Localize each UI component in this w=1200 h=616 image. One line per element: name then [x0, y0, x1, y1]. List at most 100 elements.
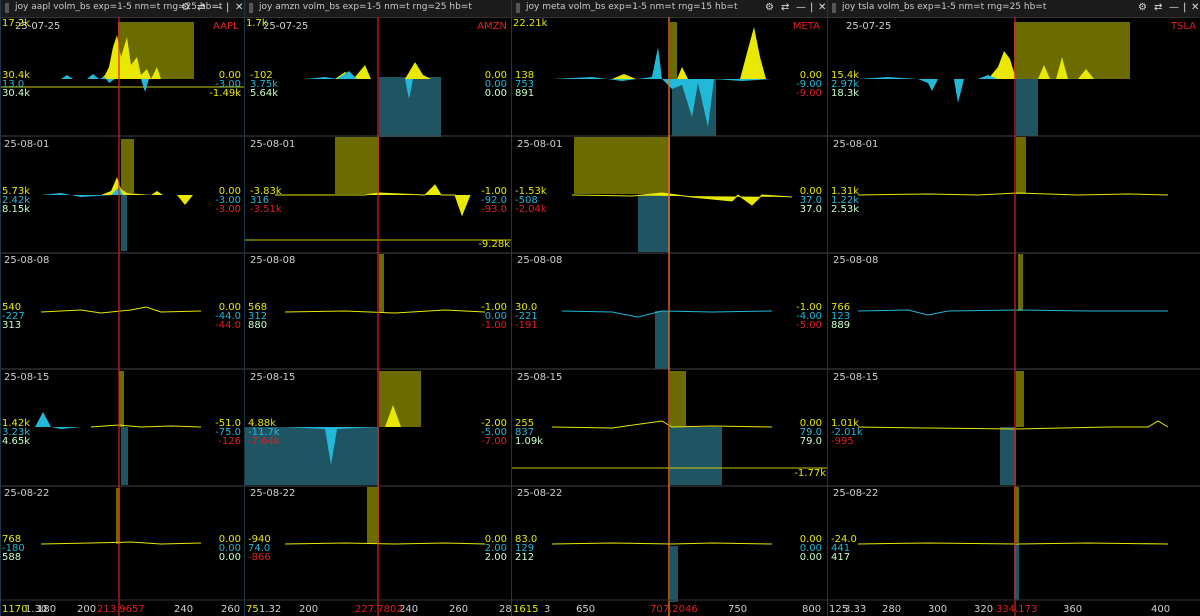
split-icon[interactable]: | [226, 1, 229, 15]
row-right-value: 79.0 [800, 436, 822, 447]
range-box [379, 254, 384, 312]
panel-header[interactable]: joy amzn volm_bs exp=1-5 nm=t rng=25 hb=… [245, 0, 511, 18]
panel-amzn: joy amzn volm_bs exp=1-5 nm=t rng=25 hb=… [244, 0, 511, 616]
row-date: 25-08-22 [4, 488, 49, 499]
panel-header[interactable]: joy meta volm_bs exp=1-5 nm=t rng=15 hb=… [512, 0, 827, 18]
row-date: 25-08-22 [833, 488, 878, 499]
row-net-value: 313 [2, 320, 21, 331]
joy-chart: 1.7k 25-07-25 AMZN -102 3.75k 5.64k 0.00… [245, 17, 511, 616]
spot-price: 227.7802 [355, 604, 403, 615]
link-icon[interactable]: ⇄ [1154, 1, 1162, 15]
x-tick: 260 [449, 604, 468, 615]
row-date: 25-08-08 [517, 255, 562, 266]
row-net-value: 5.64k [250, 88, 278, 99]
drag-handle[interactable] [832, 3, 836, 13]
range-box [1016, 79, 1038, 136]
ridge-positive [101, 177, 193, 205]
row-date: 25-08-15 [250, 372, 295, 383]
row-net-value: -995 [831, 436, 854, 447]
drag-handle[interactable] [516, 3, 520, 13]
row-net-value: 4.65k [2, 436, 30, 447]
panel-title: joy meta volm_bs exp=1-5 nm=t rng=15 hb=… [526, 2, 738, 12]
range-box [670, 546, 678, 602]
symbol-label: AAPL [213, 21, 239, 32]
row-right-value: -3.00 [215, 204, 241, 215]
drag-handle[interactable] [5, 3, 9, 13]
row-net-value: 8.15k [2, 204, 30, 215]
x-tick: 200 [299, 604, 318, 615]
x-tick: 400 [1151, 604, 1170, 615]
x-tick: 320 [974, 604, 993, 615]
x-tick: 240 [174, 604, 193, 615]
range-box [655, 311, 669, 369]
row-date: 25-07-25 [263, 21, 308, 32]
x-tick: 180 [37, 604, 56, 615]
row-date: 25-08-15 [833, 372, 878, 383]
link-icon[interactable]: ⇄ [197, 1, 205, 15]
row-date: 25-08-01 [517, 139, 562, 150]
close-icon[interactable]: ✕ [235, 1, 243, 15]
row-net-value: 417 [831, 552, 850, 563]
row-net-value: -3.51k [250, 204, 282, 215]
row-right-value: -93.0 [481, 204, 507, 215]
range-box [670, 427, 722, 485]
row-right-value: -1.00 [481, 320, 507, 331]
split-icon[interactable]: | [1183, 1, 1186, 15]
row-net-value: 30.4k [2, 88, 30, 99]
range-box [379, 371, 421, 427]
minimize-icon[interactable]: — [796, 1, 806, 15]
range-box [335, 137, 379, 194]
range-box [121, 139, 134, 193]
range-box [1016, 371, 1024, 427]
close-icon[interactable]: ✕ [1191, 1, 1199, 15]
row-right-value: -44.0 [215, 320, 241, 331]
x-tick: 750 [728, 604, 747, 615]
row-date: 25-07-25 [846, 21, 891, 32]
settings-icon[interactable]: ⚙ [1138, 1, 1147, 15]
level-label: -1.77k [794, 468, 826, 479]
drag-handle[interactable] [249, 3, 253, 13]
ridge-positive [612, 27, 766, 79]
row-net-value: -866 [248, 552, 271, 563]
x-axis-left: 1170 [2, 604, 27, 615]
row-date: 25-08-22 [517, 488, 562, 499]
x-tick: 260 [221, 604, 240, 615]
close-icon[interactable]: ✕ [818, 1, 826, 15]
symbol-label: AMZN [477, 21, 507, 32]
spot-price: 213.9657 [97, 604, 145, 615]
panel-tsla: joy tsla volm_bs exp=1-5 nm=t rng=25 hb=… [827, 0, 1200, 616]
x-axis-left: 1615 [513, 604, 538, 615]
panel-header[interactable]: joy aapl volm_bs exp=1-5 nm=t rng=25 hb=… [1, 0, 244, 18]
split-icon[interactable]: | [810, 1, 813, 15]
settings-icon[interactable]: ⚙ [181, 1, 190, 15]
panel-aapl: joy aapl volm_bs exp=1-5 nm=t rng=25 hb=… [0, 0, 244, 616]
panel-meta: joy meta volm_bs exp=1-5 nm=t rng=15 hb=… [511, 0, 827, 616]
row-net-value: -2.04k [515, 204, 547, 215]
row-right-value: 0.00 [800, 552, 822, 563]
minimize-icon[interactable]: — [1169, 1, 1179, 15]
range-box [670, 22, 677, 79]
row-right-value: -7.00 [481, 436, 507, 447]
x-tick: 28 [499, 604, 511, 615]
minimize-icon[interactable]: — [212, 1, 222, 15]
spot-price: 334.173 [996, 604, 1037, 615]
range-box [121, 427, 128, 485]
range-box [1000, 427, 1016, 485]
row-date: 25-08-01 [250, 139, 295, 150]
row-date: 25-08-01 [4, 139, 49, 150]
top-left-value: 22.21k [513, 18, 548, 29]
panel-title: joy aapl volm_bs exp=1-5 nm=t rng=25 hb=… [15, 2, 223, 12]
row-net-value: 2.53k [831, 204, 859, 215]
level-label: -9.28k [478, 239, 510, 250]
row-net-value: 1.09k [515, 436, 543, 447]
row-date: 25-08-22 [250, 488, 295, 499]
joy-chart: 22.21k META 138 753 891 0.00 -9.00 -9.00… [512, 17, 827, 616]
x-axis-left: 75 [246, 604, 259, 615]
x-tick: 3.33 [844, 604, 866, 615]
range-box [121, 195, 127, 251]
row-date: 25-08-08 [250, 255, 295, 266]
panel-header[interactable]: joy tsla volm_bs exp=1-5 nm=t rng=25 hb=… [828, 0, 1200, 18]
symbol-label: TSLA [1170, 21, 1196, 32]
settings-icon[interactable]: ⚙ [765, 1, 774, 15]
link-icon[interactable]: ⇄ [781, 1, 789, 15]
